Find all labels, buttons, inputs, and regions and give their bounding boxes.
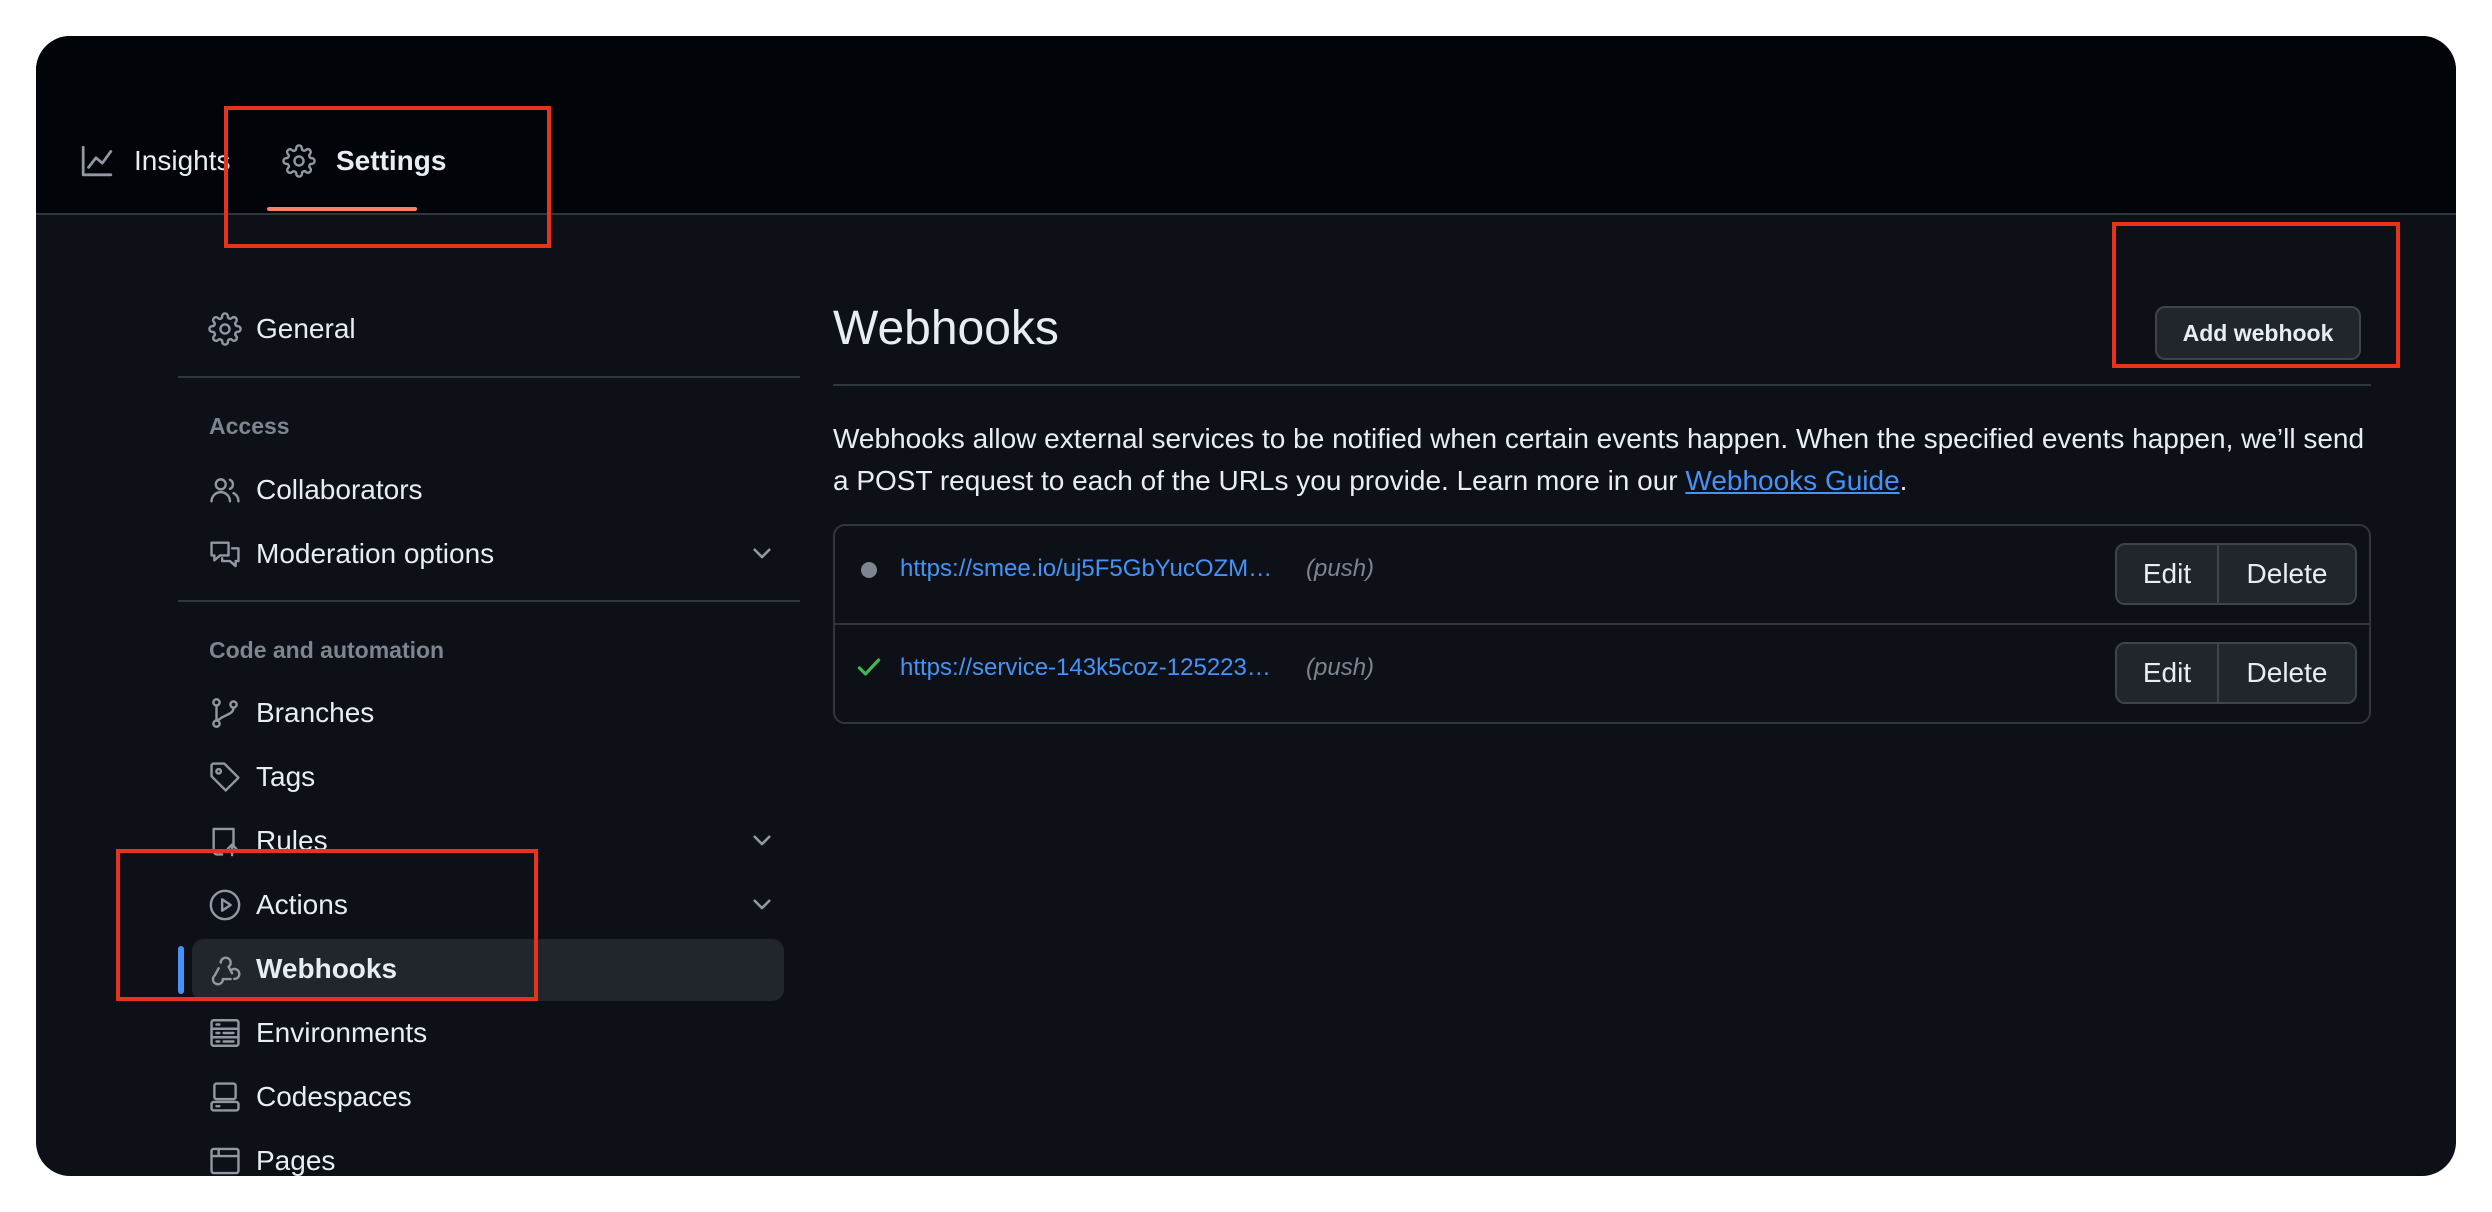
sidebar-item-webhooks[interactable]: Webhooks: [178, 939, 800, 1001]
sidebar-item-label: Codespaces: [256, 1081, 412, 1112]
tab-settings-label: Settings: [336, 145, 447, 176]
browser-icon: [210, 1147, 240, 1175]
webhooks-panel: Webhooks Add webhook Webhooks allow exte…: [833, 213, 2371, 1176]
repo-push-icon: [212, 827, 238, 857]
description-end: .: [1899, 465, 1908, 496]
webhook-event: (push): [1306, 555, 1375, 582]
webhook-icon: [211, 956, 241, 986]
status-dot-icon: [861, 562, 877, 578]
webhooks-description: Webhooks allow external services to be n…: [833, 418, 2371, 502]
sidebar-item-label: General: [256, 313, 356, 344]
sidebar-item-moderation-options[interactable]: Moderation options: [178, 524, 800, 584]
sidebar-item-label: Rules: [256, 825, 328, 856]
tab-insights-label: Insights: [134, 145, 231, 176]
sidebar-item-general[interactable]: General: [178, 299, 800, 359]
section-heading-code-and-automation: Code and automation: [209, 637, 445, 663]
play-icon: [209, 889, 241, 921]
selected-tab-indicator: [267, 207, 417, 211]
sidebar-item-label: Collaborators: [256, 474, 423, 505]
people-icon: [210, 478, 240, 503]
webhook-row: https://service-143k5coz-125223… (push) …: [835, 623, 2369, 722]
active-item-indicator: [178, 946, 184, 994]
sidebar-item-label: Branches: [256, 697, 375, 728]
gear-icon: [282, 144, 316, 178]
git-branch-icon: [212, 698, 238, 728]
webhook-actions: Edit Delete: [2115, 543, 2357, 605]
page-title: Webhooks: [833, 302, 1059, 355]
sidebar-item-label: Environments: [256, 1017, 428, 1048]
codespaces-icon: [210, 1082, 240, 1112]
chevron-down-icon: [753, 548, 771, 559]
sidebar-item-label: Tags: [256, 761, 316, 792]
server-icon: [210, 1019, 240, 1047]
sidebar-item-tags[interactable]: Tags: [178, 747, 800, 807]
delete-webhook-button[interactable]: Delete: [2219, 545, 2355, 603]
webhook-actions: Edit Delete: [2115, 642, 2357, 704]
sidebar-item-label: Webhooks: [256, 953, 398, 984]
sidebar-item-collaborators[interactable]: Collaborators: [178, 460, 800, 520]
sidebar-divider: [178, 600, 800, 602]
sidebar-item-label: Moderation options: [256, 538, 495, 569]
tab-insights[interactable]: Insights: [80, 144, 231, 178]
delete-webhook-button[interactable]: Delete: [2219, 644, 2355, 702]
edit-webhook-button[interactable]: Edit: [2117, 545, 2219, 603]
sidebar-item-actions[interactable]: Actions: [178, 875, 800, 935]
app-window: Insights Settings General Access Collabo…: [36, 36, 2456, 1176]
webhook-list: https://smee.io/uj5F5GbYucOZM… (push) Ed…: [833, 524, 2371, 724]
comment-discussion-icon: [210, 541, 240, 568]
sidebar-item-branches[interactable]: Branches: [178, 683, 800, 743]
repo-nav-bar: Insights Settings: [36, 36, 2456, 215]
sidebar-item-label: Pages: [256, 1145, 336, 1176]
description-text: Webhooks allow external services to be n…: [833, 423, 2365, 496]
sidebar-item-pages[interactable]: Pages: [178, 1131, 800, 1176]
tab-settings[interactable]: Settings: [282, 144, 446, 178]
section-heading-access: Access: [209, 413, 290, 439]
webhook-url-link[interactable]: https://service-143k5coz-125223…: [900, 654, 1271, 682]
sidebar-item-label: Actions: [256, 889, 348, 920]
chevron-down-icon: [753, 899, 771, 910]
graph-icon: [81, 145, 113, 177]
add-webhook-button[interactable]: Add webhook: [2155, 306, 2361, 360]
webhook-row: https://smee.io/uj5F5GbYucOZM… (push) Ed…: [835, 526, 2369, 623]
tag-icon: [210, 762, 240, 792]
webhook-url-link[interactable]: https://smee.io/uj5F5GbYucOZM…: [900, 555, 1272, 583]
check-icon: [857, 658, 881, 676]
webhooks-guide-link[interactable]: Webhooks Guide: [1685, 465, 1899, 496]
sidebar-item-environments[interactable]: Environments: [178, 1003, 800, 1063]
chevron-down-icon: [753, 835, 771, 846]
webhook-event: (push): [1306, 654, 1375, 681]
settings-sidebar: General Access Collaborators Moderation …: [178, 213, 800, 1176]
edit-webhook-button[interactable]: Edit: [2117, 644, 2219, 702]
title-divider: [833, 384, 2371, 386]
sidebar-item-codespaces[interactable]: Codespaces: [178, 1067, 800, 1127]
sidebar-divider: [178, 376, 800, 378]
sidebar-item-rules[interactable]: Rules: [178, 811, 800, 871]
gear-icon: [208, 312, 242, 346]
